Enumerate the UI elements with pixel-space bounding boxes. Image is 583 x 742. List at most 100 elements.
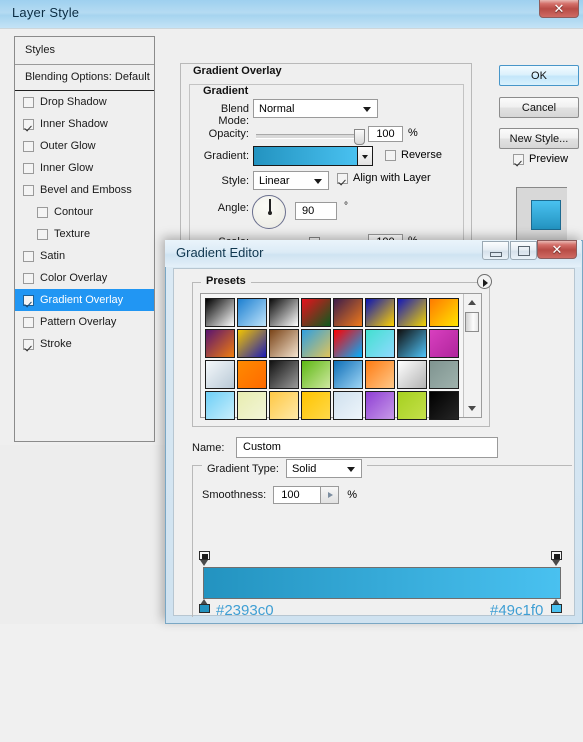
preset-swatch[interactable] [365,298,395,327]
checkbox-icon [385,149,396,161]
preset-swatch[interactable] [333,298,363,327]
sidebar-item-gradient-overlay[interactable]: Gradient Overlay [15,289,154,311]
gradient-type-value: Solid [291,462,317,475]
layer-style-titlebar[interactable]: Layer Style ✕ [0,0,583,28]
preset-swatch[interactable] [237,360,267,389]
gradient-preset-picker[interactable] [253,146,373,166]
cancel-button[interactable]: Cancel [499,97,579,118]
checkbox-icon[interactable] [37,206,48,218]
preset-swatch[interactable] [397,391,427,420]
color-stop-right[interactable] [551,599,564,615]
gradient-type-label: Gradient Type: [207,462,279,475]
smoothness-input[interactable]: 100 [273,486,322,504]
ok-button[interactable]: OK [499,65,579,86]
preset-swatch[interactable] [237,329,267,358]
sidebar-item-inner-glow[interactable]: Inner Glow [15,157,154,179]
sidebar-item-bevel-and-emboss[interactable]: Bevel and Emboss [15,179,154,201]
checkbox-icon[interactable] [23,184,34,196]
checkbox-checked-icon[interactable] [23,294,34,306]
sidebar-item-pattern-overlay[interactable]: Pattern Overlay [15,311,154,333]
sidebar-item-contour[interactable]: Contour [15,201,154,223]
styles-list-panel: Styles Blending Options: Default Drop Sh… [14,36,155,442]
preset-swatch[interactable] [301,391,331,420]
angle-dial[interactable] [252,195,286,229]
opacity-input[interactable]: 100 [368,126,403,142]
preset-swatch[interactable] [365,391,395,420]
presets-scrollbar[interactable] [463,294,481,417]
checkbox-checked-icon[interactable] [23,338,34,350]
preset-swatch[interactable] [429,298,459,327]
blend-mode-select[interactable]: Normal [253,99,378,118]
checkbox-icon[interactable] [23,140,34,152]
preset-swatch[interactable] [397,329,427,358]
sidebar-item-blending-options[interactable]: Blending Options: Default [15,65,154,91]
sidebar-item-outer-glow[interactable]: Outer Glow [15,135,154,157]
checkbox-icon[interactable] [23,316,34,328]
scroll-down-icon[interactable] [464,401,480,416]
preset-swatch[interactable] [269,329,299,358]
preset-swatch[interactable] [365,360,395,389]
gradient-style-select[interactable]: Linear [253,171,329,190]
close-icon[interactable]: ✕ [539,0,579,18]
preset-swatch[interactable] [333,391,363,420]
preset-swatch[interactable] [333,360,363,389]
preset-swatch[interactable] [237,391,267,420]
presets-menu-icon[interactable] [477,274,492,289]
preview-checkbox[interactable]: Preview [513,153,568,165]
preset-swatch[interactable] [205,329,235,358]
preset-swatch[interactable] [237,298,267,327]
sidebar-item-drop-shadow[interactable]: Drop Shadow [15,91,154,113]
preset-swatch[interactable] [397,298,427,327]
preview-thumbnail-swatch [531,200,561,230]
gradient-type-select[interactable]: Solid [285,459,362,478]
maximize-icon[interactable] [510,241,537,260]
angle-dial-center [267,210,272,215]
checkbox-icon[interactable] [23,250,34,262]
checkbox-icon[interactable] [23,272,34,284]
reverse-checkbox[interactable]: Reverse [385,149,442,161]
minimize-icon[interactable] [482,241,509,260]
scrollbar-thumb[interactable] [465,312,480,332]
preset-swatch[interactable] [301,298,331,327]
checkbox-icon[interactable] [23,162,34,174]
checkbox-icon[interactable] [37,228,48,240]
align-with-layer-checkbox[interactable]: Align with Layer [337,172,431,184]
preset-swatch[interactable] [429,329,459,358]
preset-swatch[interactable] [365,329,395,358]
opacity-slider[interactable] [256,129,365,145]
checkbox-icon[interactable] [23,96,34,108]
angle-input[interactable]: 90 [295,202,337,220]
style-item-label: Pattern Overlay [40,316,117,328]
chevron-down-icon[interactable] [357,147,372,165]
preset-swatch[interactable] [301,360,331,389]
sidebar-item-satin[interactable]: Satin [15,245,154,267]
close-icon[interactable]: ✕ [537,240,577,259]
opacity-slider-knob[interactable] [354,129,365,145]
gradient-editor-titlebar[interactable]: Gradient Editor ✕ [165,240,581,267]
sidebar-item-color-overlay[interactable]: Color Overlay [15,267,154,289]
preset-swatch[interactable] [301,329,331,358]
opacity-stop-left[interactable] [199,551,212,567]
preset-swatch[interactable] [333,329,363,358]
scroll-up-icon[interactable] [464,295,480,310]
preset-swatch[interactable] [269,360,299,389]
sidebar-item-stroke[interactable]: Stroke [15,333,154,355]
preset-swatch[interactable] [205,298,235,327]
preset-swatch[interactable] [269,298,299,327]
preset-swatch[interactable] [397,360,427,389]
preset-swatch[interactable] [269,391,299,420]
sidebar-item-texture[interactable]: Texture [15,223,154,245]
preset-swatch[interactable] [205,391,235,420]
smoothness-stepper-icon[interactable] [321,486,340,504]
sidebar-item-inner-shadow[interactable]: Inner Shadow [15,113,154,135]
style-item-label: Outer Glow [40,140,96,152]
new-style-button[interactable]: New Style... [499,128,579,149]
gradient-bar[interactable] [203,567,561,599]
preset-swatch[interactable] [429,391,459,420]
gradient-name-input[interactable]: Custom [236,437,498,458]
checkbox-checked-icon[interactable] [23,118,34,130]
color-stop-left[interactable] [199,599,212,615]
preset-swatch[interactable] [429,360,459,389]
opacity-stop-right[interactable] [551,551,564,567]
preset-swatch[interactable] [205,360,235,389]
